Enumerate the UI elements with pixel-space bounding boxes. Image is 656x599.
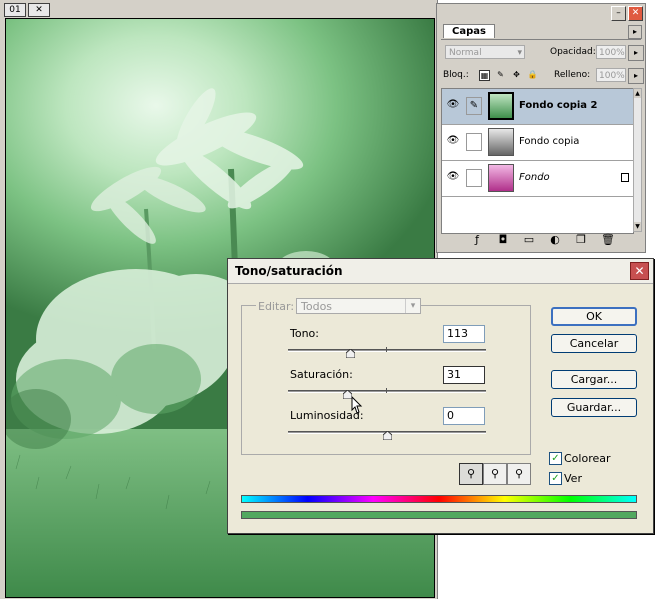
hue-saturation-dialog: Tono/saturación ✕ Editar: Todos ▾ Tono: … (227, 258, 654, 534)
add-mask-icon[interactable]: ◘ (497, 234, 509, 246)
edit-select-value: Todos (301, 300, 333, 313)
new-group-icon[interactable]: ▭ (523, 234, 535, 246)
blend-mode-select[interactable]: Normal ▾ (445, 45, 525, 59)
lightness-slider-thumb[interactable] (383, 431, 392, 440)
dialog-titlebar[interactable]: Tono/saturación ✕ (228, 259, 653, 284)
hue-label: Tono: (290, 327, 319, 340)
hue-input[interactable]: 113 (443, 325, 485, 343)
adjustment-layer-icon[interactable]: ◐ (549, 234, 561, 246)
scroll-up-icon[interactable]: ▲ (634, 89, 641, 98)
save-button[interactable]: Guardar... (551, 398, 637, 417)
chevron-down-icon: ▾ (405, 299, 420, 313)
edit-select[interactable]: Todos ▾ (296, 298, 421, 314)
saturation-label: Saturación: (290, 368, 353, 381)
layer-name: Fondo (519, 172, 550, 183)
eyedropper-icon[interactable]: ⚲ (459, 463, 483, 485)
fill-arrow-icon[interactable]: ▸ (628, 68, 644, 84)
eyedropper-group: ⚲ ⚲ ⚲ (459, 463, 531, 485)
layer-name: Fondo copia 2 (519, 100, 598, 111)
layer-thumbnail (488, 164, 514, 192)
link-box[interactable] (466, 169, 482, 187)
scroll-down-icon[interactable]: ▼ (634, 222, 641, 231)
lock-move-icon[interactable]: ✥ (511, 70, 522, 81)
layer-thumbnail (488, 92, 514, 120)
close-icon[interactable]: ✕ (628, 6, 643, 21)
fill-label: Relleno: (554, 70, 591, 80)
output-color-bar (241, 511, 637, 519)
document-tabs: 01 ✕ (4, 3, 50, 17)
hue-slider-track[interactable] (288, 349, 486, 352)
eye-icon[interactable]: 👁 (445, 99, 461, 113)
trash-icon[interactable]: 🗑 (601, 234, 615, 246)
layers-window-buttons: – ✕ (611, 6, 643, 21)
saturation-input[interactable]: 31 (443, 366, 485, 384)
hue-slider-thumb[interactable] (346, 349, 355, 358)
lock-label: Bloq.: (443, 70, 469, 80)
panel-menu-icon[interactable]: ▸ (628, 25, 642, 39)
colorize-checkbox[interactable]: ✓ (549, 452, 562, 465)
layers-scrollbar[interactable]: ▲ ▼ (633, 88, 642, 232)
dialog-close-icon[interactable]: ✕ (630, 262, 649, 280)
saturation-center-tick (386, 388, 387, 393)
preview-checkbox[interactable]: ✓ (549, 472, 562, 485)
ok-button[interactable]: OK (551, 307, 637, 326)
lock-transparency-icon[interactable]: ▦ (479, 70, 490, 81)
layer-list: 👁 ✎ Fondo copia 2 👁 Fondo copia 👁 Fondo (441, 88, 634, 234)
eye-icon[interactable]: 👁 (445, 171, 461, 185)
layers-panel: – ✕ Capas ▸ Normal ▾ Opacidad: 100% ▸ Bl… (436, 3, 646, 253)
eyedropper-plus-icon[interactable]: ⚲ (483, 463, 507, 485)
cancel-button[interactable]: Cancelar (551, 334, 637, 353)
eyedropper-minus-icon[interactable]: ⚲ (507, 463, 531, 485)
lightness-input[interactable]: 0 (443, 407, 485, 425)
colorize-label: Colorear (564, 452, 611, 465)
lock-brush-icon[interactable]: ✎ (495, 70, 506, 81)
new-layer-icon[interactable]: ❐ (575, 234, 587, 246)
layers-body: Normal ▾ Opacidad: 100% ▸ Bloq.: ▦ ✎ ✥ 🔒… (441, 39, 644, 250)
hue-center-tick (386, 347, 387, 352)
document-tab-number[interactable]: 01 (4, 3, 26, 17)
edit-label: Editar: (256, 300, 297, 313)
layers-footer: ƒ ◘ ▭ ◐ ❐ 🗑 (471, 234, 615, 248)
chevron-down-icon: ▾ (517, 48, 522, 58)
eye-icon[interactable]: 👁 (445, 135, 461, 149)
saturation-slider-track[interactable] (288, 390, 486, 393)
tab-layers[interactable]: Capas (443, 24, 495, 38)
dialog-title: Tono/saturación (235, 264, 343, 278)
fill-field[interactable]: 100% (596, 68, 626, 82)
blend-mode-value: Normal (449, 48, 482, 58)
load-button[interactable]: Cargar... (551, 370, 637, 389)
opacity-label: Opacidad: (550, 47, 596, 57)
preview-label: Ver (564, 472, 582, 485)
layer-style-icon[interactable]: ƒ (471, 234, 483, 246)
layer-row-fondo-copia[interactable]: 👁 Fondo copia (442, 125, 633, 161)
opacity-arrow-icon[interactable]: ▸ (628, 45, 644, 61)
layer-row-fondo[interactable]: 👁 Fondo (442, 161, 633, 197)
document-close-tab[interactable]: ✕ (28, 3, 50, 17)
opacity-field[interactable]: 100% (596, 45, 626, 59)
layer-lock-icon (621, 173, 629, 182)
input-color-bar (241, 495, 637, 503)
layer-name: Fondo copia (519, 136, 580, 147)
layer-thumbnail (488, 128, 514, 156)
link-box[interactable] (466, 133, 482, 151)
mouse-pointer-icon (351, 396, 363, 414)
layer-row-fondo-copia-2[interactable]: 👁 ✎ Fondo copia 2 (442, 89, 633, 125)
minimize-icon[interactable]: – (611, 6, 626, 21)
brush-icon[interactable]: ✎ (466, 97, 482, 115)
lock-all-icon[interactable]: 🔒 (527, 70, 538, 81)
